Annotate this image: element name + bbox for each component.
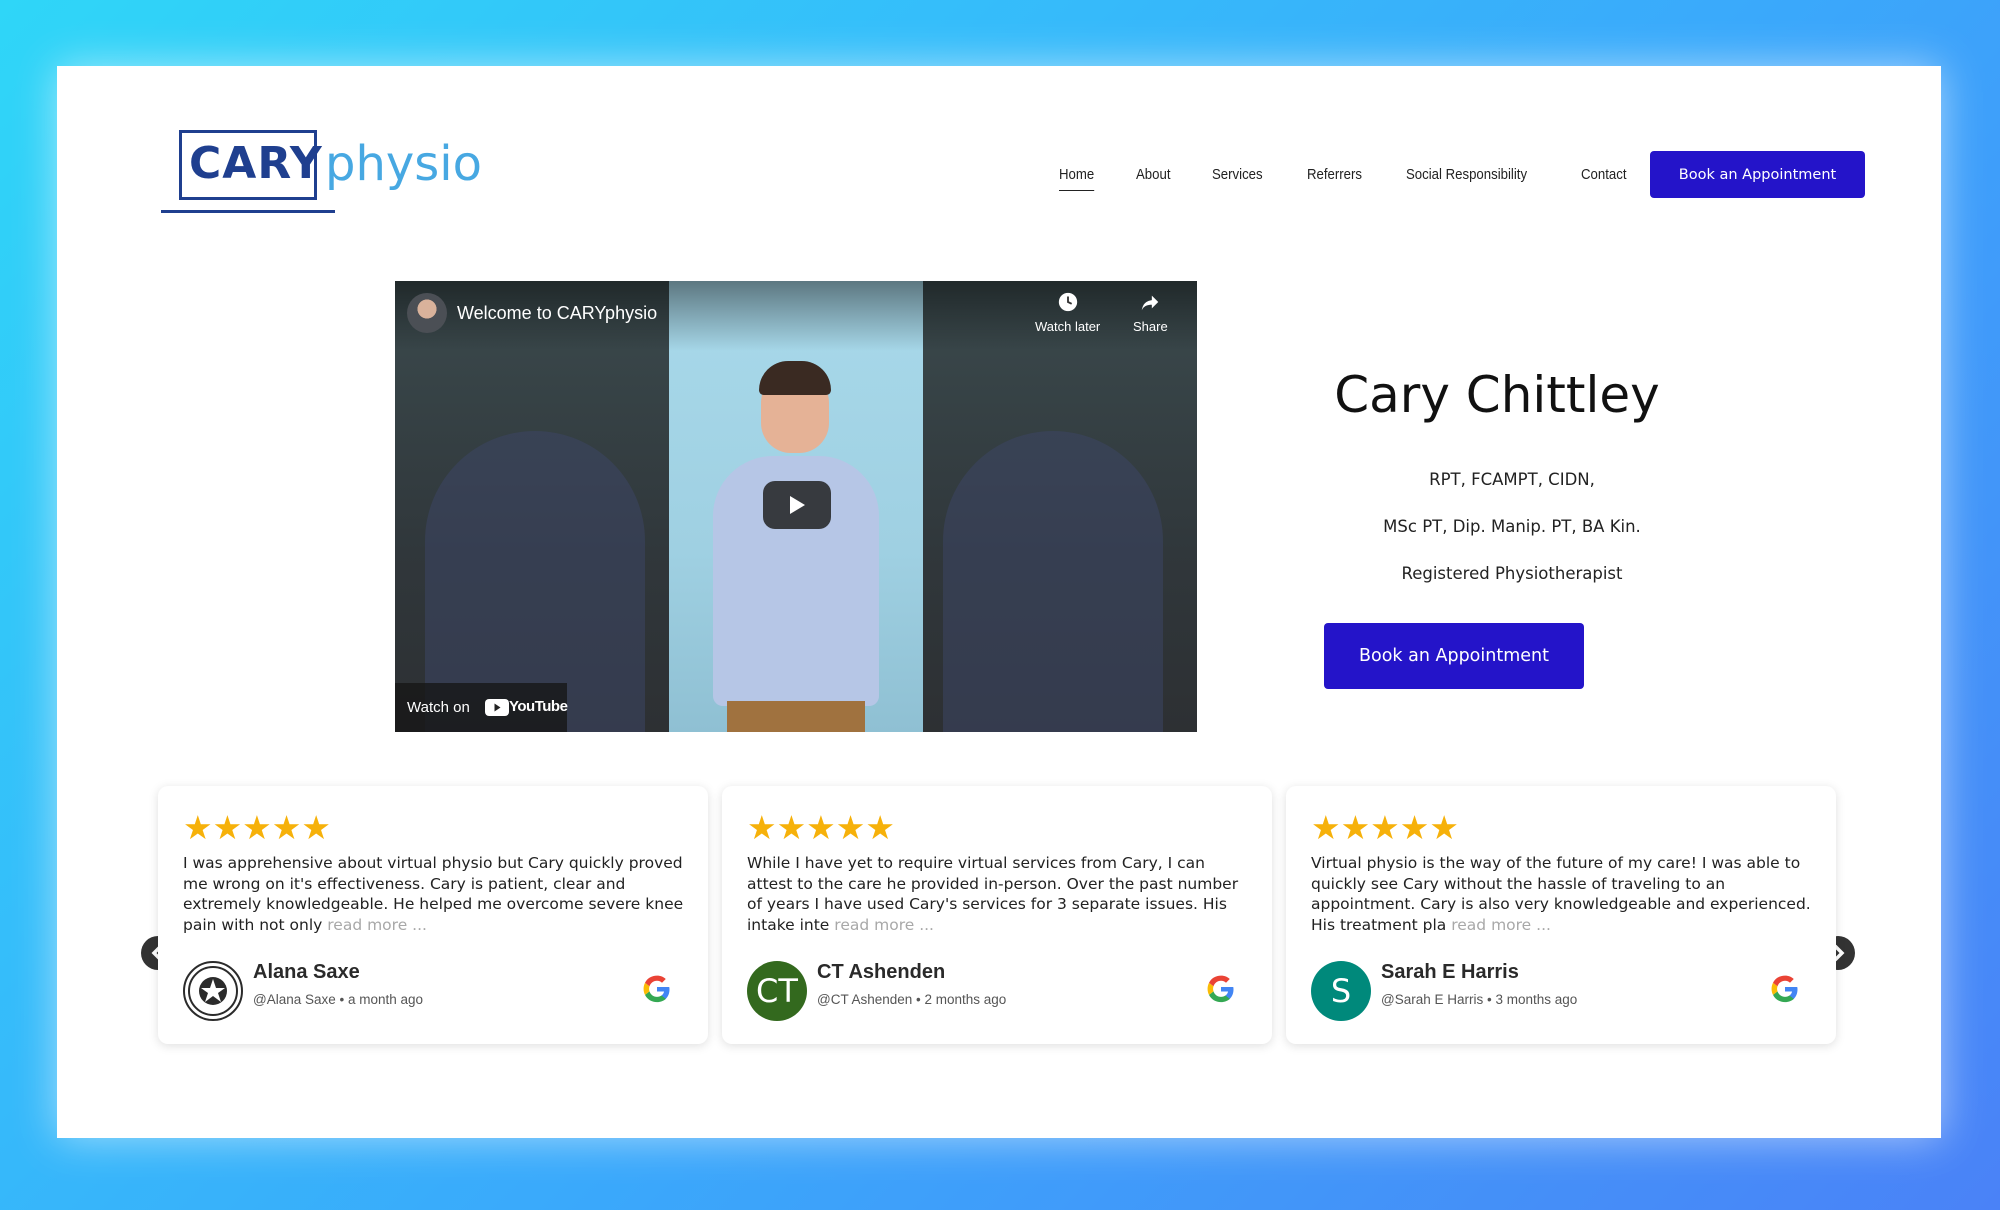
- main-nav: Home About Services Referrers Social Res…: [1059, 166, 1670, 191]
- logo-underline: [161, 210, 335, 213]
- header-book-appointment-button[interactable]: Book an Appointment: [1650, 151, 1865, 198]
- share-arrow-icon: [1142, 295, 1159, 311]
- badge-logo-icon: [188, 966, 238, 1016]
- google-icon: [1771, 975, 1798, 1003]
- youtube-wordmark: YouTube: [509, 698, 568, 715]
- logo-cary-text: CARY: [189, 138, 323, 189]
- video-title[interactable]: Welcome to CARYphysio: [457, 303, 657, 324]
- play-icon: [790, 496, 805, 514]
- watch-later-label: Watch later: [1035, 319, 1101, 334]
- reviewer-avatar: [183, 961, 243, 1021]
- channel-avatar[interactable]: [407, 293, 447, 333]
- play-button[interactable]: [763, 481, 831, 529]
- review-body: I was apprehensive about virtual physio …: [183, 854, 684, 934]
- watch-later-button[interactable]: Watch later: [1035, 291, 1100, 334]
- reviewer-name: Sarah E Harris: [1381, 961, 1519, 983]
- clock-icon: [1058, 292, 1077, 312]
- presenter-pants: [727, 701, 865, 732]
- review-body: Virtual physio is the way of the future …: [1311, 854, 1811, 934]
- page-container: CARY physio Home About Services Referrer…: [57, 66, 1941, 1138]
- google-icon: [643, 975, 670, 1003]
- reviewer-meta: @CT Ashenden • 2 months ago: [817, 992, 1007, 1007]
- review-text: I was apprehensive about virtual physio …: [183, 853, 688, 935]
- reviewer-avatar: S: [1311, 961, 1371, 1021]
- watch-on-label: Watch on: [407, 699, 470, 716]
- review-card: ★★★★★ While I have yet to require virtua…: [722, 786, 1272, 1044]
- nav-about[interactable]: About: [1136, 166, 1170, 191]
- review-card: ★★★★★ Virtual physio is the way of the f…: [1286, 786, 1836, 1044]
- nav-referrers[interactable]: Referrers: [1307, 166, 1362, 191]
- credentials-line-1: RPT, FCAMPT, CIDN,: [1429, 470, 1595, 489]
- share-label: Share: [1133, 319, 1168, 334]
- review-text: While I have yet to require virtual serv…: [747, 853, 1252, 935]
- hero-book-appointment-button[interactable]: Book an Appointment: [1324, 623, 1584, 689]
- practitioner-name: Cary Chittley: [1334, 366, 1660, 424]
- youtube-logo-icon: [485, 699, 509, 716]
- site-logo[interactable]: CARY physio: [161, 130, 491, 220]
- google-icon: [1207, 975, 1234, 1003]
- rating-stars: ★★★★★: [1311, 809, 1459, 846]
- review-text: Virtual physio is the way of the future …: [1311, 853, 1816, 935]
- nav-social-responsibility[interactable]: Social Responsibility: [1406, 166, 1527, 191]
- logo-physio-text: physio: [325, 136, 483, 192]
- share-button[interactable]: Share: [1133, 291, 1168, 334]
- nav-contact[interactable]: Contact: [1581, 166, 1626, 191]
- rating-stars: ★★★★★: [747, 809, 895, 846]
- reviewer-name: Alana Saxe: [253, 961, 360, 983]
- video-embed[interactable]: Welcome to CARYphysio Watch later Share …: [395, 281, 1197, 732]
- practitioner-title: Registered Physiotherapist: [1401, 564, 1623, 583]
- presenter-hair: [759, 361, 831, 395]
- review-body: While I have yet to require virtual serv…: [747, 854, 1239, 934]
- nav-home[interactable]: Home: [1059, 166, 1095, 191]
- watch-on-youtube-link[interactable]: Watch on YouTube: [395, 683, 568, 732]
- reviewer-meta: @Sarah E Harris • 3 months ago: [1381, 992, 1578, 1007]
- reviewer-name: CT Ashenden: [817, 961, 946, 983]
- read-more-link[interactable]: read more ...: [834, 916, 934, 934]
- credentials-line-2: MSc PT, Dip. Manip. PT, BA Kin.: [1383, 517, 1641, 536]
- reviewer-avatar: CT: [747, 961, 807, 1021]
- read-more-link[interactable]: read more ...: [327, 916, 427, 934]
- rating-stars: ★★★★★: [183, 809, 331, 846]
- read-more-link[interactable]: read more ...: [1451, 916, 1551, 934]
- nav-services[interactable]: Services: [1212, 166, 1263, 191]
- review-card: ★★★★★ I was apprehensive about virtual p…: [158, 786, 708, 1044]
- reviewer-meta: @Alana Saxe • a month ago: [253, 992, 424, 1007]
